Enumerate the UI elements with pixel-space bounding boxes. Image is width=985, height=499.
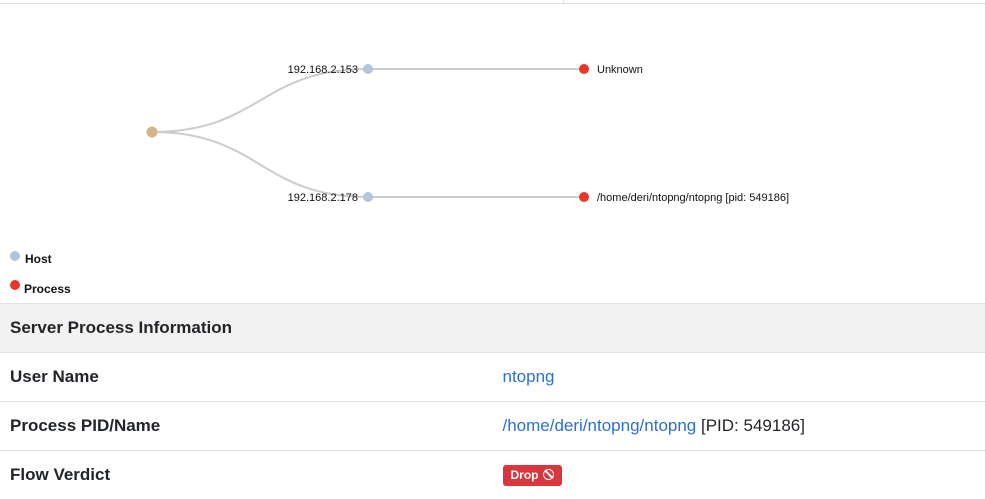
tree-link [152, 132, 368, 197]
process-node-label: /home/deri/ntopng/ntopng [pid: 549186] [597, 192, 789, 204]
process-dot-icon [10, 280, 20, 290]
process-node-label: Unknown [597, 64, 643, 76]
root-node[interactable] [147, 127, 158, 138]
legend-host-label: Host [25, 252, 52, 266]
process-node[interactable] [579, 64, 589, 74]
process-pid-label: Process PID/Name [0, 402, 493, 451]
table-row: User Name ntopng [0, 353, 985, 402]
host-node[interactable] [363, 64, 373, 74]
verdict-text: Drop [511, 468, 539, 482]
process-path-link[interactable]: /home/deri/ntopng/ntopng [503, 416, 697, 435]
host-dot-icon [10, 251, 20, 261]
flow-verdict-label: Flow Verdict [0, 451, 493, 499]
legend-process: Process [10, 282, 71, 296]
host-node-label: 192.168.2.178 [288, 192, 358, 204]
table-row: Flow Verdict Drop [0, 451, 985, 499]
process-pid-text: [PID: 549186] [696, 416, 805, 435]
table-row: Process PID/Name /home/deri/ntopng/ntopn… [0, 402, 985, 451]
server-process-info-table: Server Process Information User Name nto… [0, 303, 985, 499]
host-node-label: 192.168.2.153 [288, 64, 358, 76]
legend-host: Host [10, 252, 52, 266]
verdict-badge: Drop [503, 465, 562, 486]
tree-link [152, 69, 368, 132]
user-name-link[interactable]: ntopng [503, 367, 555, 386]
ban-icon [543, 469, 554, 480]
process-node[interactable] [579, 192, 589, 202]
user-name-label: User Name [0, 353, 493, 402]
legend-process-label: Process [24, 282, 71, 296]
host-node[interactable] [363, 192, 373, 202]
section-title: Server Process Information [0, 304, 985, 353]
process-tree: 192.168.2.153 Unknown 192.168.2.178/home/d… [0, 4, 985, 250]
